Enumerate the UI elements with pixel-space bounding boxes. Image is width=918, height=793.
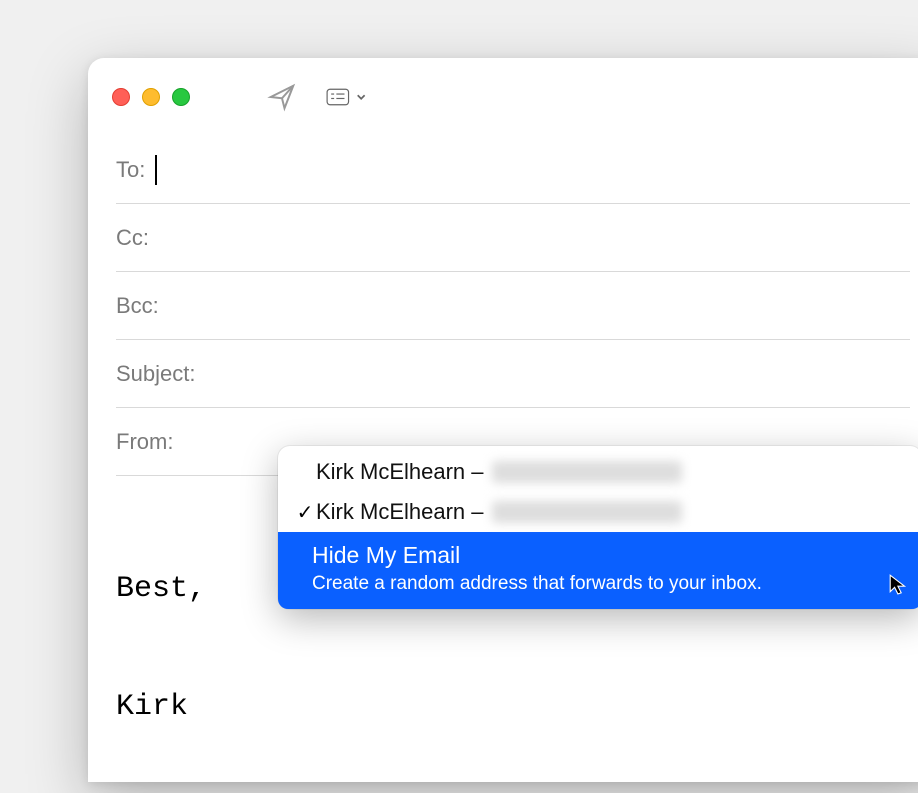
minimize-window-button[interactable] [142, 88, 160, 106]
to-input[interactable] [167, 157, 910, 183]
from-account-name: Kirk McElhearn – [316, 499, 484, 525]
send-button[interactable] [262, 77, 302, 117]
bcc-label: Bcc: [116, 293, 159, 319]
hide-my-email-subtitle: Create a random address that forwards to… [312, 573, 900, 595]
from-label: From: [116, 429, 173, 455]
cc-field-row[interactable]: Cc: [116, 204, 910, 272]
body-line: Kirk [116, 685, 910, 730]
check-icon: ✓ [294, 500, 316, 525]
cc-label: Cc: [116, 225, 149, 251]
from-account-option-selected[interactable]: ✓ Kirk McElhearn – [282, 492, 918, 532]
zoom-window-button[interactable] [172, 88, 190, 106]
compose-window: To: Cc: Bcc: Subject: From: Best, Kirk K… [88, 58, 918, 782]
close-window-button[interactable] [112, 88, 130, 106]
text-caret [155, 155, 157, 185]
from-account-dropdown: Kirk McElhearn – ✓ Kirk McElhearn – Hide… [278, 446, 918, 609]
hide-my-email-option[interactable]: Hide My Email Create a random address th… [278, 532, 918, 609]
from-account-option[interactable]: Kirk McElhearn – [282, 452, 918, 492]
subject-input[interactable] [206, 361, 911, 387]
bcc-input[interactable] [169, 293, 910, 319]
redacted-email [492, 461, 682, 483]
cc-input[interactable] [159, 225, 910, 251]
header-fields-menu-button[interactable] [326, 77, 366, 117]
subject-label: Subject: [116, 361, 196, 387]
to-field-row[interactable]: To: [116, 136, 910, 204]
titlebar [88, 58, 918, 136]
header-fields: To: Cc: Bcc: Subject: From: [88, 136, 918, 476]
window-controls [112, 88, 190, 106]
to-label: To: [116, 157, 145, 183]
from-account-name: Kirk McElhearn – [316, 459, 484, 485]
bcc-field-row[interactable]: Bcc: [116, 272, 910, 340]
redacted-email [492, 501, 682, 523]
hide-my-email-title: Hide My Email [312, 542, 900, 569]
subject-field-row[interactable]: Subject: [116, 340, 910, 408]
